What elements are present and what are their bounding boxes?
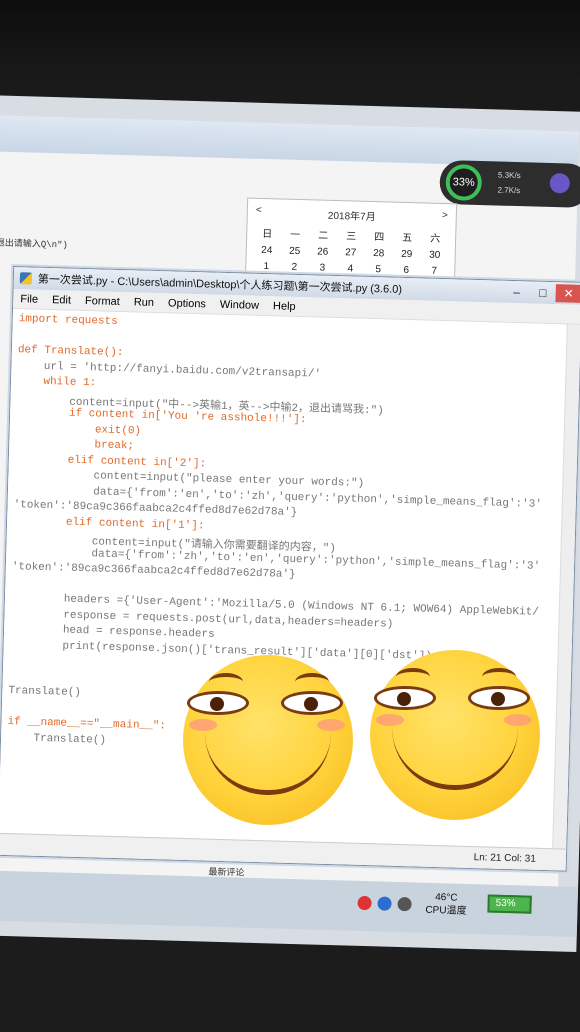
date-cell[interactable]: 2 xyxy=(282,262,306,274)
weekday: 五 xyxy=(402,232,413,245)
battery-indicator[interactable]: 53% xyxy=(487,894,532,914)
menu-file[interactable]: File xyxy=(13,293,45,306)
date-cell[interactable]: 5 xyxy=(366,264,390,276)
minimize-button[interactable]: – xyxy=(503,283,529,302)
prev-month-icon[interactable]: < xyxy=(256,205,262,216)
temperature-value: 46°C xyxy=(435,892,458,904)
smile-mouth xyxy=(205,733,331,795)
menu-help[interactable]: Help xyxy=(266,300,303,313)
left-blush xyxy=(376,714,404,726)
menu-run[interactable]: Run xyxy=(127,296,162,309)
weekday: 四 xyxy=(374,232,385,244)
menu-options[interactable]: Options xyxy=(161,297,213,310)
date-cell[interactable]: 7 xyxy=(422,265,446,277)
download-speed: 2.7K/s xyxy=(497,185,521,196)
date-cell[interactable]: 29 xyxy=(395,249,419,261)
weekday: 二 xyxy=(318,230,329,242)
date-cell[interactable]: 28 xyxy=(367,248,391,260)
help-icon[interactable] xyxy=(377,896,392,911)
calendar-title: 2018年7月 xyxy=(327,210,376,224)
menu-window[interactable]: Window xyxy=(213,298,266,311)
smirk-emoji-left xyxy=(183,655,353,825)
date-cell[interactable]: 27 xyxy=(339,247,363,259)
background-line: 退出请输入Q\n") xyxy=(0,238,68,251)
date-cell[interactable]: 25 xyxy=(283,246,307,258)
screen: 退出请输入Q\n") 33% 5.3K/s 2.7K/s < 2018年7月 >… xyxy=(0,95,580,952)
left-brow xyxy=(209,673,243,691)
date-cell[interactable]: 30 xyxy=(423,249,447,261)
boost-icon[interactable] xyxy=(549,172,571,194)
left-eye xyxy=(374,686,436,710)
date-cell[interactable]: 24 xyxy=(255,245,279,257)
sogou-icon[interactable] xyxy=(357,895,372,911)
upload-speed: 5.3K/s xyxy=(497,170,521,181)
next-month-icon[interactable]: > xyxy=(442,210,448,221)
smirk-emoji-right xyxy=(370,650,540,820)
weekday: 一 xyxy=(290,229,301,241)
right-eye xyxy=(468,686,530,710)
right-brow xyxy=(295,673,329,691)
left-brow xyxy=(396,668,430,686)
menu-edit[interactable]: Edit xyxy=(45,293,78,307)
right-blush xyxy=(504,714,532,726)
weekday: 三 xyxy=(346,231,357,243)
date-cell[interactable]: 26 xyxy=(311,246,335,258)
right-brow xyxy=(482,668,516,686)
cpu-usage-ring: 33% xyxy=(445,164,483,202)
close-button[interactable]: ✕ xyxy=(555,284,580,303)
left-blush xyxy=(189,719,217,731)
date-row: 24 25 26 27 28 29 30 xyxy=(247,245,455,262)
monitor-photo: 退出请输入Q\n") 33% 5.3K/s 2.7K/s < 2018年7月 >… xyxy=(0,0,580,1032)
menu-format[interactable]: Format xyxy=(78,294,127,308)
date-cell[interactable]: 3 xyxy=(310,262,334,274)
date-cell[interactable]: 1 xyxy=(254,261,278,273)
weekday-row: 日 一 二 三 四 五 六 xyxy=(247,225,455,246)
system-monitor-widget[interactable]: 33% 5.3K/s 2.7K/s xyxy=(439,159,580,209)
weekday: 日 xyxy=(262,228,273,241)
left-eye xyxy=(187,691,249,715)
cpu-temperature: 46°C CPU温度 xyxy=(425,891,467,918)
python-icon xyxy=(19,272,33,285)
date-cell[interactable]: 4 xyxy=(338,263,362,275)
system-tray xyxy=(357,895,412,912)
smile-mouth xyxy=(392,728,518,790)
right-eye xyxy=(281,691,343,715)
network-speed: 5.3K/s 2.7K/s xyxy=(497,167,521,198)
maximize-button[interactable]: □ xyxy=(529,283,555,302)
temperature-label: CPU温度 xyxy=(425,904,467,917)
background-titlebar xyxy=(0,114,580,168)
background-code: 退出请输入Q\n") xyxy=(0,236,68,254)
security-icon[interactable] xyxy=(397,896,412,912)
weekday: 六 xyxy=(429,233,441,245)
right-blush xyxy=(317,719,345,731)
date-cell[interactable]: 6 xyxy=(394,265,418,277)
